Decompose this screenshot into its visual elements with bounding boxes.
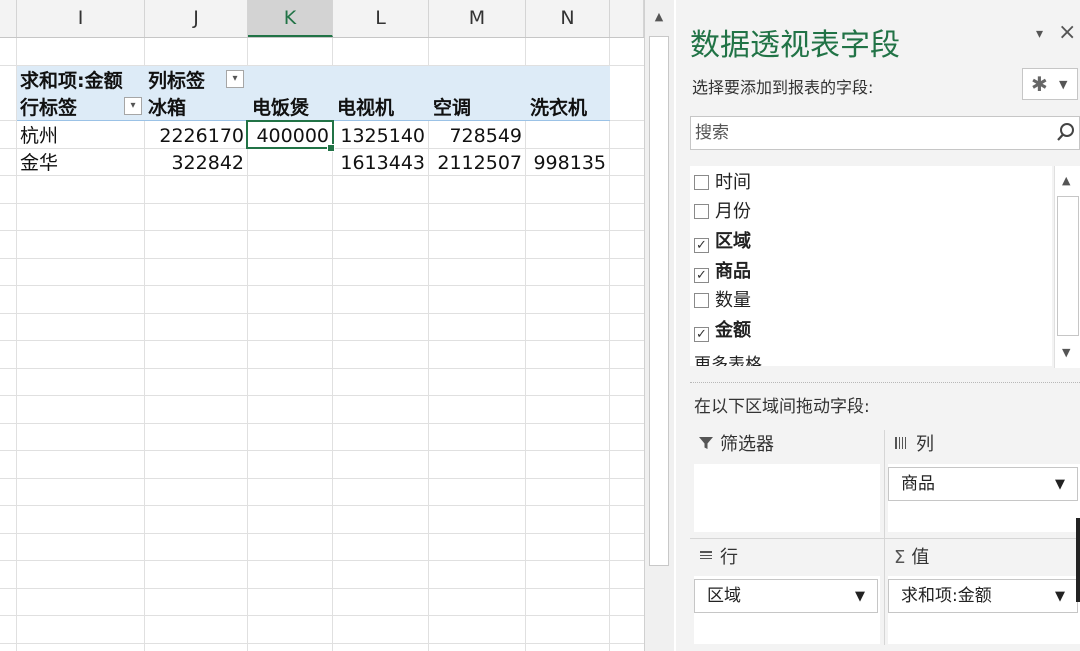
pivot-value-cell[interactable]: 728549 [432,123,522,149]
pane-divider [690,382,1080,383]
scroll-down-icon[interactable]: ▼ [1062,346,1070,359]
field-search-input[interactable]: 搜索 [690,116,1080,150]
checkbox-checked[interactable]: ✓ [694,238,709,253]
gear-icon: ✱ [1031,72,1048,96]
field-item-product[interactable]: ✓ 商品 [694,259,751,285]
column-header-i[interactable]: I [17,0,145,37]
pivot-col-item[interactable]: 洗衣机 [530,95,587,121]
checkbox[interactable] [694,293,709,308]
corner-strip [0,0,17,37]
column-header-o[interactable] [610,0,644,37]
scroll-up-icon[interactable]: ▲ [650,8,668,26]
pivot-column-labels[interactable]: 列标签 [148,68,205,94]
spreadsheet-area[interactable]: I J K L M N 求和项:金额 列标签 ▾ 行标签 ▾ 冰箱 电饭煲 电视… [0,0,644,651]
pivot-col-item[interactable]: 电饭煲 [252,95,309,121]
column-header-k[interactable]: K [248,0,333,37]
checkbox-checked[interactable]: ✓ [694,327,709,342]
field-item-month[interactable]: 月份 [694,199,751,225]
checkbox[interactable] [694,204,709,219]
column-labels-filter-button[interactable]: ▾ [226,70,244,88]
checkbox[interactable] [694,175,709,190]
pivot-col-item[interactable]: 电视机 [337,95,394,121]
chevron-down-icon[interactable]: ▼ [855,581,865,613]
values-area-title: 值 [911,547,930,568]
search-icon[interactable] [1056,122,1076,142]
field-label: 金额 [715,320,751,341]
pivot-row-labels[interactable]: 行标签 [20,95,77,121]
fill-handle[interactable] [327,144,335,152]
sigma-icon: Σ [894,547,906,568]
pane-subtitle: 选择要添加到报表的字段: [692,78,874,97]
field-label: 区域 [715,231,751,252]
field-item-region[interactable]: ✓ 区域 [694,229,751,255]
field-list-scrollbar[interactable]: ▲ ▼ [1054,166,1080,368]
field-label: 数量 [715,290,751,311]
area-horizontal-divider [690,538,1080,539]
pivot-value-cell[interactable]: 2112507 [432,150,522,176]
columns-area-header: 列 [894,432,934,458]
tools-button[interactable]: ✱ ▼ [1022,68,1078,100]
field-label: 时间 [715,172,751,193]
scrollbar-thumb[interactable] [649,36,669,566]
checkbox-checked[interactable]: ✓ [694,268,709,283]
more-tables-link[interactable]: 更多表格... [694,352,778,366]
cell-grid[interactable]: 求和项:金额 列标签 ▾ 行标签 ▾ 冰箱 电饭煲 电视机 空调 洗衣机 杭州 … [0,38,644,651]
chevron-down-icon[interactable]: ▼ [1055,469,1065,501]
chevron-down-icon[interactable]: ▼ [1055,581,1065,613]
field-item-amount[interactable]: ✓ 金额 [694,318,751,344]
pivot-row-label[interactable]: 金华 [20,150,58,176]
pane-options-chevron-icon[interactable]: ▾ [1036,26,1043,42]
pivot-value-cell[interactable]: 2226170 [148,123,244,149]
columns-icon [895,437,906,449]
area-field-label: 求和项:金额 [901,586,992,606]
filters-area-title: 筛选器 [720,434,774,455]
rows-area-header: 行 [698,545,738,571]
sheet-vertical-scrollbar[interactable]: ▲ [644,0,674,651]
chevron-down-icon: ▼ [1059,78,1068,91]
pivot-summary-label[interactable]: 求和项:金额 [20,68,123,94]
pivot-value-cell[interactable]: 1325140 [336,123,425,149]
area-field-label: 商品 [901,474,935,494]
pane-title: 数据透视表字段 [690,28,900,63]
columns-field-product[interactable]: 商品 ▼ [888,467,1078,501]
field-list: 时间 月份 ✓ 区域 ✓ 商品 数量 ✓ 金额 更多表格... [690,166,1052,366]
column-header-m[interactable]: M [429,0,526,37]
area-field-label: 区域 [707,586,741,606]
column-headers: I J K L M N [0,0,644,38]
filters-drop-zone[interactable] [694,464,880,532]
field-label: 月份 [715,201,751,222]
row-labels-filter-button[interactable]: ▾ [124,97,142,115]
pivot-value-cell[interactable]: 1613443 [336,150,425,176]
pivot-value-cell[interactable]: 998135 [529,150,606,176]
pivot-row-label[interactable]: 杭州 [20,123,58,149]
values-area-header: Σ值 [894,545,929,571]
pivot-col-item[interactable]: 空调 [433,95,471,121]
pane-resize-handle[interactable] [1076,518,1080,602]
close-icon[interactable]: × [1058,20,1076,45]
filters-area-header: 筛选器 [698,432,774,458]
drag-areas-label: 在以下区域间拖动字段: [694,397,870,417]
columns-area-title: 列 [916,434,934,455]
scrollbar-thumb[interactable] [1057,196,1079,336]
field-item-quantity[interactable]: 数量 [694,288,751,314]
scroll-up-icon[interactable]: ▲ [1062,174,1070,187]
column-header-n[interactable]: N [526,0,610,37]
pivot-value-cell[interactable] [251,150,329,176]
column-header-j[interactable]: J [145,0,248,37]
pivot-col-item[interactable]: 冰箱 [148,95,186,121]
rows-area-title: 行 [720,547,738,568]
filter-icon [699,437,713,449]
pivot-value-cell[interactable] [529,123,606,149]
pivot-value-cell[interactable]: 322842 [148,150,244,176]
field-label: 商品 [715,261,751,282]
pivot-fields-pane: 数据透视表字段 ▾ × 选择要添加到报表的字段: ✱ ▼ 搜索 时间 月份 ✓ 区… [676,0,1080,651]
rows-field-region[interactable]: 区域 ▼ [694,579,878,613]
active-cell-border [246,120,334,149]
field-item-time[interactable]: 时间 [694,170,751,196]
column-header-l[interactable]: L [333,0,429,37]
values-field-sum-amount[interactable]: 求和项:金额 ▼ [888,579,1078,613]
rows-icon [700,551,712,559]
